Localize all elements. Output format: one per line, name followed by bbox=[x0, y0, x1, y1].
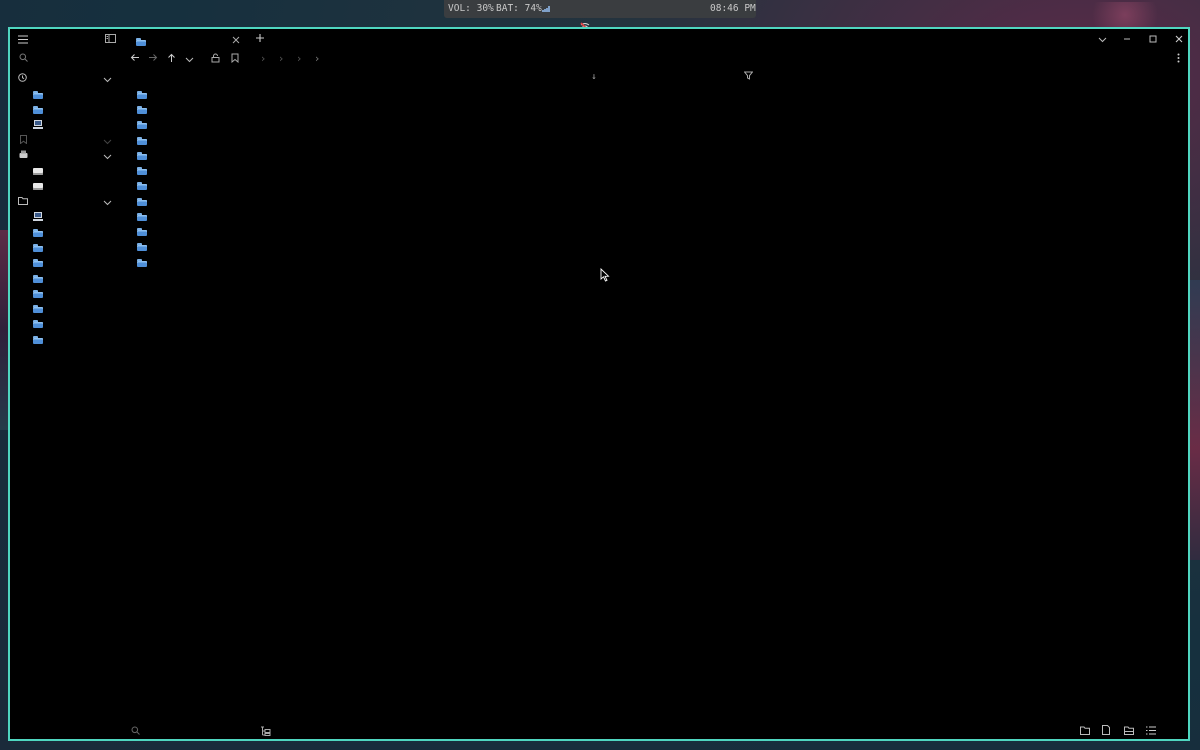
folder-outline-icon[interactable] bbox=[17, 196, 29, 208]
close-tab-icon[interactable] bbox=[230, 35, 242, 47]
file-list-folder-icon[interactable] bbox=[137, 182, 147, 190]
wallpaper-right-edge bbox=[1190, 280, 1200, 560]
network-disabled-icon[interactable] bbox=[556, 3, 590, 32]
recent-expand-chevron-icon[interactable] bbox=[101, 74, 113, 86]
drive-view-icon[interactable] bbox=[1123, 726, 1135, 738]
new-folder-icon[interactable] bbox=[1079, 726, 1091, 738]
bookmarks-icon[interactable] bbox=[17, 135, 29, 147]
places-expand-chevron-icon[interactable] bbox=[101, 197, 113, 209]
signal-icon[interactable] bbox=[542, 6, 550, 12]
file-list-folder-icon[interactable] bbox=[137, 152, 147, 160]
list-view-icon[interactable] bbox=[1145, 726, 1157, 738]
computer-icon[interactable] bbox=[33, 212, 43, 221]
window-dropdown-icon[interactable] bbox=[1096, 34, 1108, 46]
drive-icon[interactable] bbox=[33, 183, 43, 190]
wallpaper-top-right bbox=[1080, 2, 1170, 28]
hamburger-menu-icon[interactable] bbox=[17, 35, 29, 47]
sidebar-folder-icon[interactable] bbox=[33, 229, 43, 237]
sidebar-folder-icon[interactable] bbox=[33, 290, 43, 298]
sidebar-folder-icon[interactable] bbox=[33, 244, 43, 252]
clock[interactable]: 08:46 PM bbox=[710, 0, 756, 18]
history-chevron-down-icon[interactable] bbox=[183, 54, 195, 66]
filter-icon[interactable] bbox=[742, 71, 754, 83]
more-options-icon[interactable] bbox=[1174, 53, 1182, 66]
lock-icon[interactable] bbox=[209, 53, 221, 66]
computer-icon[interactable] bbox=[33, 120, 43, 129]
sidebar-folder-icon[interactable] bbox=[33, 275, 43, 283]
battery-indicator[interactable]: BAT: 74% bbox=[496, 0, 542, 18]
bookmark-icon[interactable] bbox=[229, 53, 241, 66]
new-file-icon[interactable] bbox=[1100, 725, 1112, 738]
breadcrumb-separator-icon: › bbox=[259, 52, 267, 65]
file-list-folder-icon[interactable] bbox=[137, 198, 147, 206]
volume-indicator[interactable]: VOL: 30% bbox=[448, 0, 494, 18]
file-list-folder-icon[interactable] bbox=[137, 228, 147, 236]
sidebar-folder-icon[interactable] bbox=[33, 305, 43, 313]
sort-descending-icon[interactable]: ↓ bbox=[589, 71, 599, 83]
tab-folder-icon bbox=[136, 38, 146, 46]
file-list-folder-icon[interactable] bbox=[137, 243, 147, 251]
new-tab-plus-icon[interactable] bbox=[254, 33, 266, 46]
system-status-bar: VOL: 30% BAT: 74% 08:46 PM bbox=[444, 0, 756, 32]
maximize-icon[interactable] bbox=[1147, 34, 1159, 46]
sidebar-folder-icon[interactable] bbox=[33, 336, 43, 344]
file-list-folder-icon[interactable] bbox=[137, 259, 147, 267]
search-bottom-icon[interactable] bbox=[129, 726, 141, 738]
up-arrow-icon[interactable] bbox=[165, 53, 177, 66]
breadcrumb-separator-icon: › bbox=[277, 52, 285, 65]
back-arrow-icon[interactable] bbox=[129, 53, 141, 65]
minimize-icon[interactable] bbox=[1121, 34, 1133, 46]
file-list-folder-icon[interactable] bbox=[137, 106, 147, 114]
file-list-folder-icon[interactable] bbox=[137, 213, 147, 221]
file-list-folder-icon[interactable] bbox=[137, 137, 147, 145]
search-icon[interactable] bbox=[17, 53, 29, 65]
devices-icon[interactable] bbox=[17, 150, 29, 162]
sidebar-folder-icon[interactable] bbox=[33, 320, 43, 328]
bookmarks-expand-chevron-icon[interactable] bbox=[101, 136, 113, 148]
breadcrumb-separator-icon: › bbox=[295, 52, 303, 65]
devices-expand-chevron-icon[interactable] bbox=[101, 151, 113, 163]
breadcrumb-separator-icon: › bbox=[313, 52, 321, 65]
tree-view-icon[interactable] bbox=[259, 726, 271, 739]
sidebar-panel-icon[interactable] bbox=[104, 34, 116, 46]
file-manager-window: › › › › ↓ bbox=[8, 27, 1190, 741]
clock-icon[interactable] bbox=[16, 73, 28, 85]
sidebar-folder-icon[interactable] bbox=[33, 91, 43, 99]
file-list-folder-icon[interactable] bbox=[137, 121, 147, 129]
mouse-cursor-icon bbox=[600, 268, 610, 282]
forward-arrow-icon[interactable] bbox=[147, 53, 159, 65]
file-list-folder-icon[interactable] bbox=[137, 167, 147, 175]
file-list-folder-icon[interactable] bbox=[137, 91, 147, 99]
close-window-icon[interactable] bbox=[1173, 34, 1185, 46]
sidebar-folder-icon[interactable] bbox=[33, 259, 43, 267]
sidebar-folder-icon[interactable] bbox=[33, 106, 43, 114]
drive-icon[interactable] bbox=[33, 168, 43, 175]
